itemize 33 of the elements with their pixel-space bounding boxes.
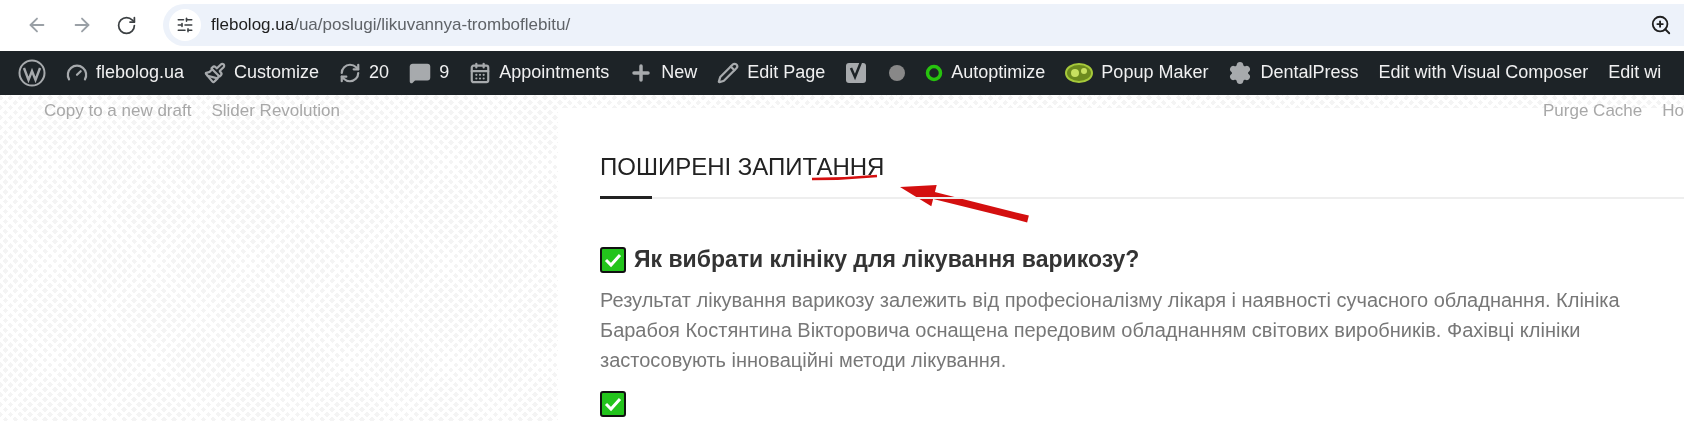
comment-icon <box>409 61 432 84</box>
check-mark-icon <box>600 246 626 273</box>
address-bar[interactable]: flebolog.ua/ua/poslugi/likuvannya-tromboflebitu/ <box>163 4 1684 47</box>
admin-bar-link[interactable]: 20 <box>329 50 400 95</box>
popup-icon <box>1065 61 1094 84</box>
ring-icon <box>925 63 944 82</box>
paintbrush-icon <box>204 61 227 84</box>
calendar-icon <box>469 61 492 84</box>
section-title: ПОШИРЕНІ ЗАПИТАННЯ <box>600 153 886 181</box>
admin-bar-link[interactable]: Edit Page <box>707 50 836 95</box>
pencil-icon <box>717 61 740 84</box>
reload-icon <box>116 14 137 36</box>
admin-bar-link[interactable]: flebolog.ua <box>56 50 195 95</box>
logo-icon[interactable] <box>18 58 46 87</box>
zoom-icon[interactable] <box>1650 14 1672 37</box>
admin-bar-link[interactable]: Popup Maker <box>1055 50 1219 95</box>
admin-bar-link[interactable]: Appointments <box>459 50 620 95</box>
admin-bar-link[interactable]: Edit with Visual Composer <box>1368 50 1599 95</box>
admin-bar-link[interactable]: DentalPress <box>1218 50 1369 95</box>
admin-bar-link[interactable]: 9 <box>399 50 460 95</box>
gear-icon <box>1228 60 1253 85</box>
refresh-icon <box>339 61 362 84</box>
admin-bar-link[interactable]: Edit wi <box>1598 50 1672 95</box>
admin-bar-link[interactable]: Autoptimize <box>915 50 1056 95</box>
sliders-icon <box>176 16 194 35</box>
status-dot-icon[interactable] <box>889 64 906 81</box>
url-text: flebolog.ua/ua/poslugi/likuvannya-tromboflebitu/ <box>211 15 572 36</box>
faq-answer: Результат лікування варикозу залежить від професіоналізму лікаря і наявності сучасного обладнання. Клініка Барабоя Костянтина Вікторовича оснащена передовим обладнанням світових виробників. Фахівці клініки застосовують інноваційні методи лікування. <box>600 288 1621 373</box>
site-info-button[interactable] <box>169 9 201 42</box>
check-mark-icon <box>600 391 626 417</box>
admin-bar-link[interactable]: New <box>619 50 708 95</box>
admin-bar-link[interactable]: Customize <box>194 50 330 95</box>
question-text: Як вибрати клініку для лікування варикозу? <box>634 246 1140 273</box>
